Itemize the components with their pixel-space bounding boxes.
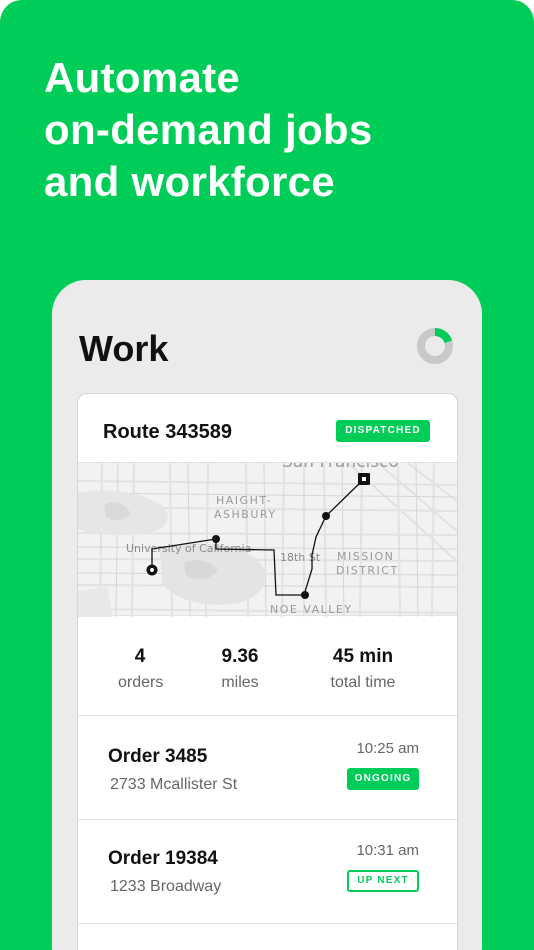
stat-label: total time — [330, 674, 396, 691]
headline: Automate on-demand jobs and workforce — [44, 52, 504, 208]
order-time: 10:31 am — [356, 842, 419, 859]
map-label-haight: HAIGHT- — [216, 494, 272, 507]
route-stop-marker[interactable] — [322, 512, 330, 520]
map-label-ashbury: ASHBURY — [214, 508, 277, 521]
route-card[interactable]: Route 343589 DISPATCHED HAIGHT- ASHBURY … — [77, 393, 458, 950]
map-label-mission: MISSION — [337, 550, 394, 563]
route-header: Route 343589 DISPATCHED — [78, 394, 457, 462]
order-time: 10:25 am — [356, 740, 419, 757]
order-row[interactable]: Order 19384 1233 Broadway 10:31 am UP NE… — [78, 820, 457, 924]
headline-line: Automate — [44, 54, 241, 101]
stat-orders: 4 orders — [118, 646, 164, 692]
corner — [512, 0, 534, 22]
stat-value: 4 — [134, 646, 146, 667]
phone-frame: Work Route 343589 DISPATCHED HAIGHT- ASH… — [52, 280, 482, 950]
headline-line: and workforce — [44, 158, 335, 205]
order-address: 1233 Broadway — [110, 878, 222, 895]
route-stop-marker[interactable] — [301, 591, 309, 599]
order-address: 2733 Mcallister St — [110, 776, 238, 793]
page-title: Work — [79, 328, 169, 369]
status-badge: UP NEXT — [347, 870, 419, 892]
route-title: Route 343589 — [103, 421, 232, 443]
map-label-street: 18th St — [280, 551, 321, 564]
status-badge: DISPATCHED — [336, 420, 430, 442]
route-map[interactable]: HAIGHT- ASHBURY University of California… — [78, 462, 457, 617]
stat-miles: 9.36 miles — [210, 646, 270, 692]
progress-donut-icon[interactable] — [416, 327, 454, 365]
stat-label: orders — [118, 674, 164, 691]
map-label-noe: NOE VALLEY — [270, 603, 353, 616]
order-title: Order 3485 — [108, 746, 208, 767]
status-badge: ONGOING — [347, 768, 419, 790]
stat-value: 9.36 — [221, 646, 259, 667]
stat-total-time: 45 min total time — [318, 646, 408, 692]
order-title: Order 19384 — [108, 848, 218, 869]
stat-label: miles — [221, 674, 259, 691]
corner — [0, 0, 22, 22]
route-stop-marker[interactable] — [212, 535, 220, 543]
order-row[interactable]: Order 3485 2733 Mcallister St 10:25 am O… — [78, 716, 457, 820]
map-label-city: San Francisco — [282, 463, 399, 472]
stat-value: 45 min — [332, 646, 394, 667]
app-store-screen: Automate on-demand jobs and workforce Wo… — [0, 0, 534, 950]
map-label-university: University of California — [126, 542, 251, 555]
route-stats: 4 orders 9.36 miles 45 min total time — [78, 616, 457, 716]
headline-line: on-demand jobs — [44, 106, 373, 153]
map-graphic: HAIGHT- ASHBURY University of California… — [78, 463, 457, 617]
map-label-district: DISTRICT — [336, 564, 399, 577]
